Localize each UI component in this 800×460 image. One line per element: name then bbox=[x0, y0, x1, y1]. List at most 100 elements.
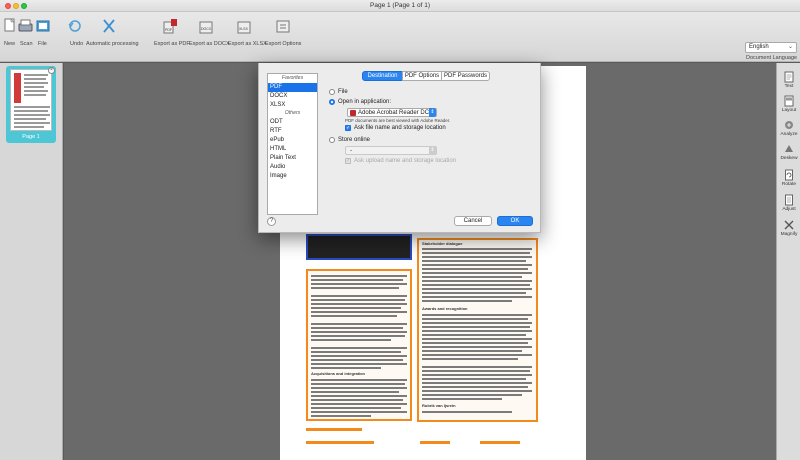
ask-file-name-label[interactable]: Ask file name and storage location bbox=[354, 125, 446, 131]
tab-destination[interactable]: Destination bbox=[362, 71, 403, 81]
title-bar: Page 1 (Page 1 of 1) bbox=[0, 0, 800, 12]
tools-icon bbox=[103, 19, 115, 33]
footer-region-left-2[interactable] bbox=[306, 441, 374, 444]
text-tool-label: Text bbox=[784, 84, 794, 89]
export-xlsx-label[interactable]: Export as XLSX bbox=[228, 41, 267, 47]
open-in-application-radio[interactable] bbox=[329, 99, 335, 105]
chevron-updown-icon: ⇕ bbox=[429, 108, 436, 117]
undo-label[interactable]: Undo bbox=[70, 41, 83, 47]
toolbar: New Scan File Undo Automatic processing … bbox=[0, 12, 800, 62]
adjust-tool[interactable]: Adjust bbox=[777, 194, 800, 212]
footer-region-right[interactable] bbox=[480, 441, 520, 444]
new-label[interactable]: New bbox=[4, 41, 15, 47]
text-icon bbox=[784, 71, 794, 83]
help-button[interactable]: ? bbox=[267, 217, 276, 226]
format-item-epub[interactable]: ePub bbox=[268, 136, 317, 145]
magnify-icon bbox=[784, 220, 794, 230]
export-docx-label[interactable]: Export as DOCX bbox=[189, 41, 230, 47]
export-xlsx-button[interactable]: XLSX bbox=[236, 16, 254, 38]
ask-upload-name-checkbox[interactable]: ✓ bbox=[345, 158, 351, 164]
page-thumbnail-image bbox=[10, 69, 52, 131]
undo-icon bbox=[68, 20, 81, 32]
cancel-button[interactable]: Cancel bbox=[454, 216, 492, 226]
image-region[interactable] bbox=[306, 234, 412, 260]
file-label[interactable]: File bbox=[38, 41, 47, 47]
automatic-processing-label[interactable]: Automatic processing bbox=[86, 41, 139, 47]
automatic-processing-button[interactable] bbox=[100, 16, 118, 38]
document-language-label: Document Language bbox=[746, 55, 798, 61]
ok-button[interactable]: OK bbox=[497, 216, 533, 226]
rotate-tool-label: Rotate bbox=[781, 182, 797, 187]
scan-button[interactable] bbox=[16, 16, 34, 38]
thumbnail-label: Page 1 bbox=[22, 134, 40, 140]
remove-page-icon[interactable]: × bbox=[48, 67, 55, 74]
file-button[interactable] bbox=[34, 16, 52, 38]
export-options-label[interactable]: Export Options bbox=[265, 41, 301, 47]
store-online-label[interactable]: Store online bbox=[338, 137, 370, 143]
text-tool[interactable]: Text bbox=[777, 71, 800, 89]
export-pdf-button[interactable]: PDF bbox=[162, 16, 180, 38]
magnify-tool-label: Magnify bbox=[780, 232, 798, 237]
undo-button[interactable] bbox=[66, 16, 84, 38]
export-docx-button[interactable]: DOCX bbox=[198, 16, 216, 38]
format-item-rtf[interactable]: RTF bbox=[268, 127, 317, 136]
acrobat-icon bbox=[350, 110, 356, 116]
scanner-icon bbox=[18, 19, 33, 32]
right-heading-2: Awards and recognition bbox=[422, 306, 468, 311]
format-item-docx[interactable]: DOCX bbox=[268, 92, 317, 101]
adjust-icon bbox=[785, 194, 793, 206]
magnify-tool[interactable]: Magnify bbox=[777, 219, 800, 237]
svg-text:XLSX: XLSX bbox=[239, 27, 249, 31]
footer-region-left[interactable] bbox=[306, 428, 362, 431]
deskew-tool[interactable]: Deskew bbox=[777, 143, 800, 161]
document-language-select[interactable]: English ⌄ bbox=[745, 42, 797, 53]
export-options-button[interactable] bbox=[274, 16, 292, 38]
svg-text:PDF: PDF bbox=[165, 28, 172, 32]
export-options-icon bbox=[276, 20, 290, 33]
deskew-icon bbox=[785, 145, 793, 152]
adjust-tool-label: Adjust bbox=[782, 207, 796, 212]
right-tools-pane: Text Layout Analyze Deskew Rotate Adjust… bbox=[776, 63, 800, 460]
deskew-tool-label: Deskew bbox=[780, 156, 798, 161]
favorites-header: Favorites bbox=[281, 75, 304, 81]
format-list[interactable]: Favorites PDF DOCX XLSX Others ODT RTF e… bbox=[267, 73, 318, 215]
format-item-xlsx[interactable]: XLSX bbox=[268, 101, 317, 110]
export-xlsx-icon: XLSX bbox=[237, 21, 251, 34]
application-note: PDF documents are best viewed with Adobe… bbox=[345, 118, 451, 123]
folder-icon bbox=[36, 20, 50, 32]
format-item-audio[interactable]: Audio bbox=[268, 163, 317, 172]
format-item-image[interactable]: Image bbox=[268, 172, 317, 181]
file-radio-label[interactable]: File bbox=[338, 89, 348, 95]
store-online-select-value: - bbox=[350, 148, 352, 154]
tab-pdf-options[interactable]: PDF Options bbox=[402, 71, 442, 81]
ask-file-name-checkbox[interactable]: ✓ bbox=[345, 125, 351, 131]
tab-pdf-passwords[interactable]: PDF Passwords bbox=[441, 71, 490, 81]
left-heading: Acquisitions and integration bbox=[311, 371, 366, 376]
text-region-left[interactable]: Acquisitions and integration bbox=[306, 269, 412, 421]
application-select[interactable]: Adobe Acrobat Reader DC ⇕ bbox=[347, 108, 437, 117]
format-item-pdf[interactable]: PDF bbox=[268, 83, 317, 92]
layout-tool[interactable]: Layout bbox=[777, 95, 800, 113]
analyze-tool-label: Analyze bbox=[780, 132, 798, 137]
footer-region-mid[interactable] bbox=[420, 441, 450, 444]
export-pdf-label[interactable]: Export as PDF bbox=[154, 41, 190, 47]
right-heading-3: Rubrik van Ijsrein bbox=[422, 403, 456, 408]
page-thumbnail-1[interactable]: × Page 1 bbox=[6, 66, 56, 143]
others-header: Others bbox=[284, 110, 301, 116]
text-region-right[interactable]: Stakeholder dialogue Awards and recognit… bbox=[417, 238, 538, 422]
format-item-html[interactable]: HTML bbox=[268, 145, 317, 154]
svg-text:DOCX: DOCX bbox=[201, 27, 212, 31]
application-select-value: Adobe Acrobat Reader DC bbox=[358, 110, 430, 116]
format-item-plain-text[interactable]: Plain Text bbox=[268, 154, 317, 163]
open-in-application-label[interactable]: Open in application: bbox=[338, 99, 391, 105]
format-item-odt[interactable]: ODT bbox=[268, 118, 317, 127]
store-online-select[interactable]: - ⇕ bbox=[345, 146, 437, 155]
right-heading-1: Stakeholder dialogue bbox=[422, 241, 463, 246]
analyze-tool[interactable]: Analyze bbox=[777, 119, 800, 137]
layout-icon bbox=[784, 95, 794, 107]
rotate-tool[interactable]: Rotate bbox=[777, 169, 800, 187]
scan-label[interactable]: Scan bbox=[20, 41, 33, 47]
store-online-radio[interactable] bbox=[329, 137, 335, 143]
window-title: Page 1 (Page 1 of 1) bbox=[370, 2, 430, 9]
file-radio[interactable] bbox=[329, 89, 335, 95]
